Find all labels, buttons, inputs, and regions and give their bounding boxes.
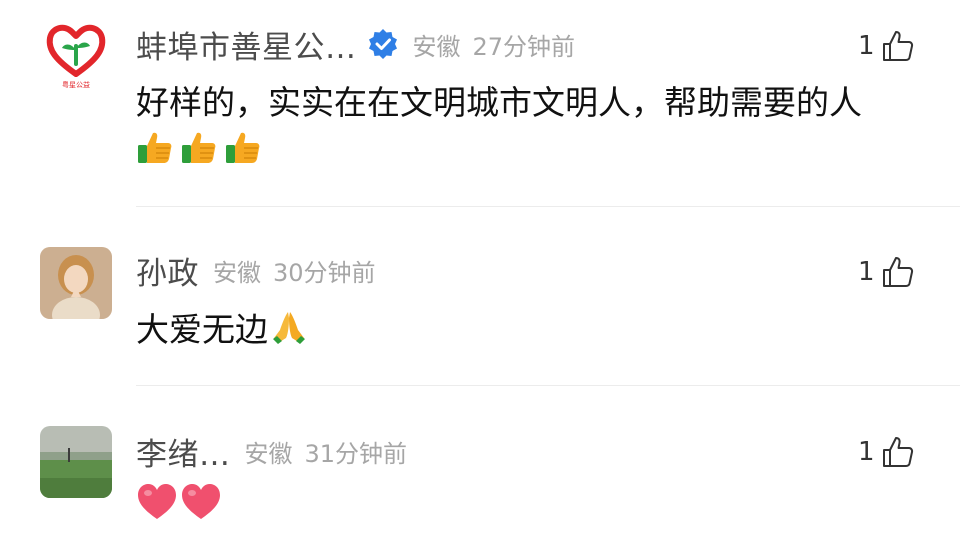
- comment-text: 大爱无边: [136, 303, 308, 351]
- comment-text: 好样的，实实在在文明城市文明人，帮助需要的人: [136, 83, 862, 122]
- timestamp: 30分钟前: [273, 258, 376, 287]
- folded-hands-emoji-icon: [273, 312, 305, 344]
- emoji-row: [136, 128, 262, 166]
- username[interactable]: 李绪…: [136, 429, 231, 474]
- timestamp: 31分钟前: [304, 439, 408, 468]
- charity-logo-icon: 粤星公益: [40, 18, 112, 90]
- location: 安徽: [244, 439, 293, 468]
- red-heart-emoji-icon: [182, 484, 220, 519]
- comment-header: 孙政 安徽 30分钟前: [136, 248, 376, 293]
- landscape-photo-icon: [40, 426, 112, 498]
- like-count: 1: [858, 257, 875, 287]
- like-button[interactable]: 1: [858, 26, 915, 66]
- avatar[interactable]: 粤星公益: [40, 18, 112, 90]
- comment-meta: 安徽 30分钟前: [213, 253, 376, 288]
- thumbs-up-emoji-icon: [138, 132, 172, 163]
- location: 安徽: [412, 32, 461, 61]
- comment-item: 孙政 安徽 30分钟前 1 大爱无边: [0, 207, 960, 385]
- thumbs-up-icon: [882, 437, 913, 467]
- comment-text-content: 大爱无边: [136, 310, 268, 349]
- red-heart-emoji-icon: [138, 484, 176, 519]
- comment-header: 李绪… 安徽 31分钟前: [136, 429, 408, 474]
- thumbs-up-icon: [882, 31, 913, 61]
- username[interactable]: 孙政: [136, 248, 199, 293]
- avatar[interactable]: [40, 247, 112, 319]
- location: 安徽: [213, 258, 261, 287]
- comment-item: 李绪… 安徽 31分钟前 1: [0, 386, 960, 556]
- thumbs-up-emoji-icon: [182, 132, 216, 163]
- username[interactable]: 蚌埠市善星公…: [136, 22, 357, 67]
- user-photo-icon: [40, 247, 112, 319]
- like-count: 1: [858, 31, 875, 61]
- comment-header: 蚌埠市善星公… 安徽 27分钟前: [136, 22, 576, 67]
- comment-meta: 安徽 27分钟前: [413, 27, 576, 62]
- emoji-row: [136, 482, 222, 522]
- like-count: 1: [858, 437, 875, 467]
- timestamp: 27分钟前: [472, 32, 576, 61]
- verified-badge-icon: [368, 29, 397, 59]
- like-button[interactable]: 1: [858, 432, 915, 472]
- comment-meta: 安徽 31分钟前: [245, 434, 408, 469]
- comment-item: 粤星公益 蚌埠市善星公… 安徽 27分钟前 1 好样的，实实在在文明城市文明人，帮…: [0, 0, 960, 206]
- thumbs-up-icon: [882, 257, 913, 287]
- thumbs-up-emoji-icon: [226, 132, 260, 163]
- avatar-caption: 粤星公益: [62, 80, 90, 89]
- like-button[interactable]: 1: [858, 252, 915, 292]
- avatar[interactable]: [40, 426, 112, 498]
